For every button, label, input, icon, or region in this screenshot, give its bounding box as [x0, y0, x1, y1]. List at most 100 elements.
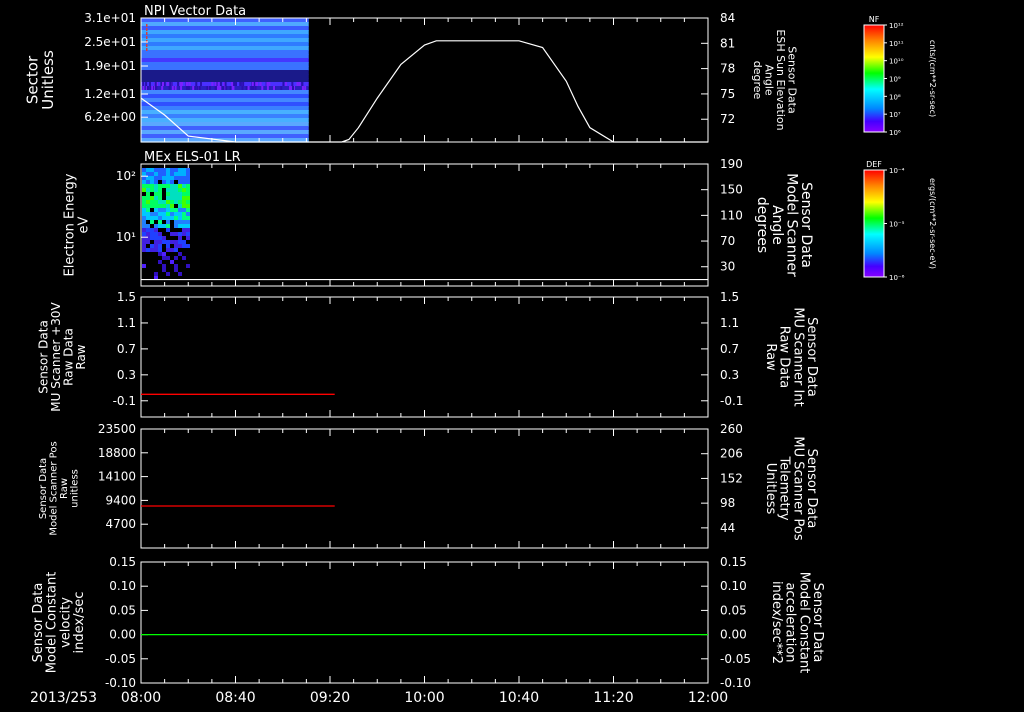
heatmap-cell [146, 168, 150, 172]
heatmap-row [141, 38, 309, 43]
heatmap-cell [142, 180, 146, 184]
y2-tick-label: 81 [720, 36, 735, 50]
heatmap-row [141, 134, 309, 139]
heatmap-cell [182, 212, 186, 216]
heatmap-cell [174, 240, 178, 244]
heatmap-cell [162, 184, 166, 188]
heatmap-cell [142, 196, 146, 200]
heatmap-row [141, 26, 309, 31]
heatmap-row [141, 106, 309, 111]
right-axis-label: Sensor DataModel Constantaccelerationind… [769, 572, 825, 674]
heatmap-cell [186, 196, 190, 200]
heatmap-cell [185, 82, 188, 86]
y-tick-label: 0.15 [109, 555, 136, 569]
npi-colorbar-units: cnts/(cm**2-sr-sec) [928, 40, 937, 117]
heatmap-cell [174, 196, 178, 200]
heatmap-cell [170, 248, 174, 252]
y-tick-label: 3.1e+01 [84, 11, 136, 25]
heatmap-cell [166, 248, 170, 252]
heatmap-cell [142, 82, 145, 86]
heatmap-cell [178, 188, 182, 192]
heatmap-cell [186, 200, 190, 204]
heatmap-cell [231, 82, 234, 86]
heatmap-cell [177, 82, 180, 86]
heatmap-cell [158, 236, 162, 240]
y2-tick-label: 0.7 [720, 342, 739, 356]
left-axis-label: Sensor DataModel Constantvelocityindex/s… [31, 572, 87, 674]
heatmap-cell [170, 212, 174, 216]
heatmap-cell [158, 168, 162, 172]
panel-title: MEx ELS-01 LR [144, 150, 241, 165]
heatmap-cell [154, 236, 158, 240]
heatmap-cell [182, 192, 186, 196]
heatmap-cell [146, 236, 150, 240]
heatmap-cell [150, 176, 154, 180]
heatmap-cell [174, 232, 178, 236]
heatmap-cell [245, 86, 248, 90]
x-tick-label: 10:00 [404, 690, 444, 706]
heatmap-cell [146, 208, 150, 212]
heatmap-cell [170, 196, 174, 200]
y-tick-label: -0.1 [113, 394, 136, 408]
right-axis-label-line: degrees [754, 197, 770, 253]
y2-tick-label: 206 [720, 447, 743, 461]
heatmap-cell [170, 180, 174, 184]
heatmap-cell [178, 216, 182, 220]
heatmap-cell [214, 82, 217, 86]
heatmap-cell [186, 192, 190, 196]
heatmap-cell [219, 82, 222, 86]
heatmap-cell [174, 192, 178, 196]
heatmap-cell [146, 216, 150, 220]
heatmap-cell [154, 212, 158, 216]
heatmap-row [141, 66, 309, 71]
y-tick-label: 18800 [98, 446, 136, 460]
y-tick-label: 6.2e+00 [84, 110, 136, 124]
x-tick-label: 11:20 [593, 690, 633, 706]
npi-colorbar-title: NF [869, 15, 880, 24]
heatmap-cell [251, 86, 254, 90]
heatmap-cell [182, 188, 186, 192]
heatmap-cell [166, 224, 170, 228]
heatmap-cell [166, 244, 170, 248]
y2-tick-label: 0.00 [720, 628, 747, 642]
heatmap-cell [182, 184, 186, 188]
panel-4-frame [140, 561, 709, 684]
heatmap-cell [178, 224, 182, 228]
heatmap-cell [162, 240, 166, 244]
y2-tick-label: -0.1 [720, 394, 743, 408]
heatmap-cell [174, 264, 178, 268]
heatmap-cell [146, 232, 150, 236]
heatmap-cell [150, 180, 154, 184]
heatmap-cell [166, 200, 170, 204]
heatmap-row [141, 58, 309, 63]
right-axis-label-line: Model Scanner [783, 173, 799, 277]
heatmap-cell [178, 200, 182, 204]
els-colorbar-tick-label: 10⁻⁵ [889, 221, 905, 229]
y2-tick-label: 0.05 [720, 603, 747, 617]
y2-tick-label: -0.05 [720, 652, 751, 666]
heatmap-cell [162, 204, 166, 208]
heatmap-cell [146, 192, 150, 196]
heatmap-cell [154, 228, 158, 232]
heatmap-cell [166, 212, 170, 216]
heatmap-cell [158, 212, 162, 216]
heatmap-cell [186, 220, 190, 224]
heatmap-cell [289, 86, 292, 90]
heatmap-cell [170, 232, 174, 236]
heatmap-cell [154, 244, 158, 248]
heatmap-cell [178, 252, 182, 256]
npi-colorbar-tick-label: 10⁶ [889, 129, 901, 137]
left-axis-label: SectorUnitless [23, 50, 57, 110]
heatmap-row [141, 126, 309, 131]
y-tick-label: -0.10 [105, 676, 136, 690]
heatmap-cell [166, 272, 170, 276]
heatmap-cell [182, 220, 186, 224]
heatmap-cell [158, 192, 162, 196]
heatmap-cell [186, 176, 190, 180]
heatmap-cell [142, 184, 146, 188]
heatmap-cell [186, 180, 190, 184]
heatmap-cell [150, 236, 154, 240]
heatmap-cell [195, 82, 198, 86]
heatmap-cell [154, 188, 158, 192]
heatmap-cell [174, 244, 178, 248]
